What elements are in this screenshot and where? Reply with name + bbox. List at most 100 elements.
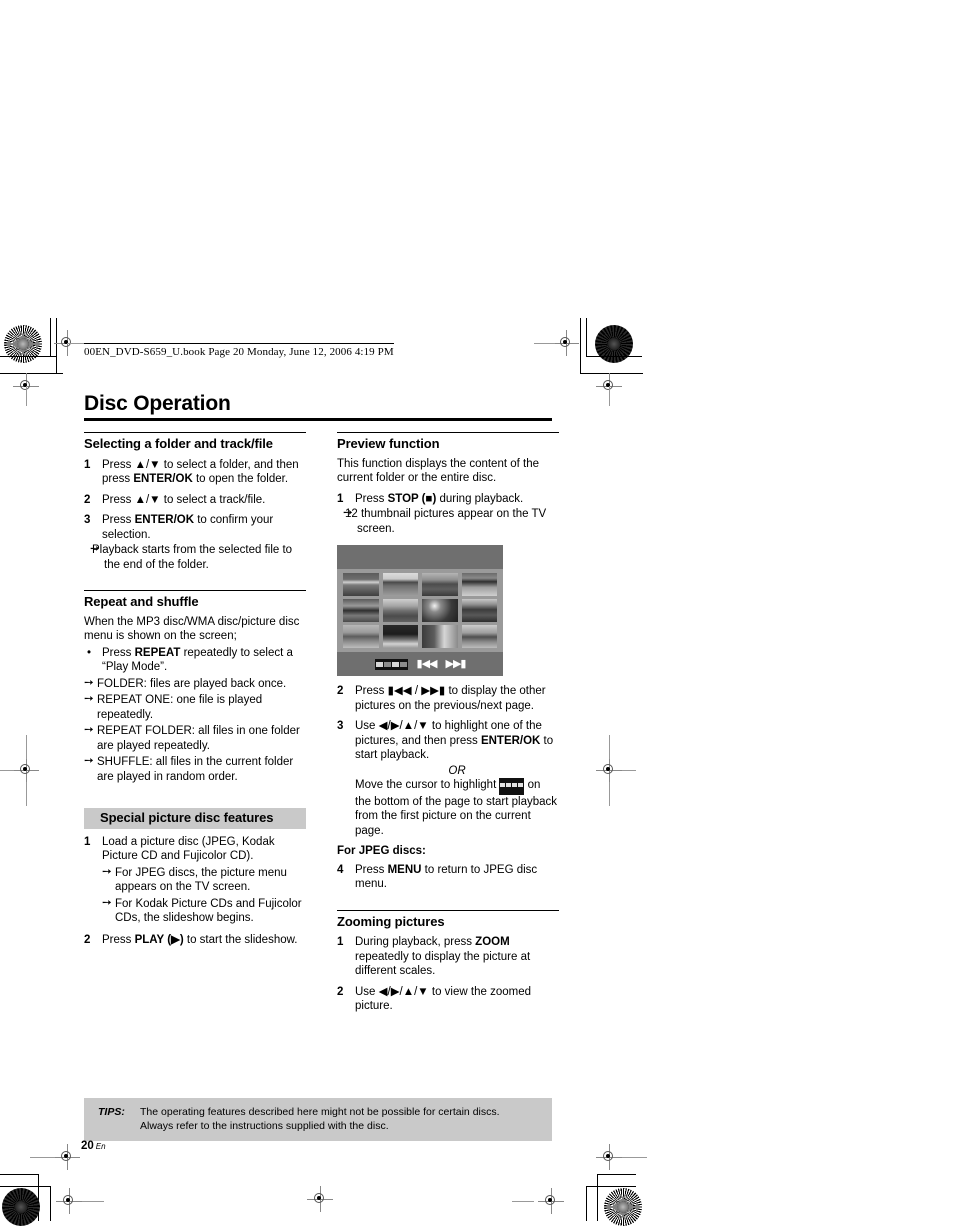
registration-target	[596, 1144, 622, 1170]
section-heading-repeat-shuffle: Repeat and shuffle	[84, 590, 306, 610]
crop-line	[50, 1186, 51, 1221]
thumbnail-image[interactable]	[422, 573, 458, 596]
result-note-text: For JPEG discs, the picture menu appears…	[115, 866, 287, 894]
registration-guide-line	[30, 1157, 55, 1158]
registration-target	[54, 1144, 80, 1170]
list-item: 2 Press ▲/▼ to select a track/file.	[84, 493, 306, 508]
tips-label: TIPS:	[98, 1106, 125, 1118]
thumbnail-image[interactable]	[382, 599, 418, 622]
registration-guide-line	[608, 386, 610, 406]
or-instruction: Move the cursor to highlight on the bott…	[355, 778, 559, 838]
list-item: 1 Press ▲/▼ to select a folder, and then…	[84, 458, 306, 487]
registration-guide-line	[25, 735, 27, 759]
or-label: OR	[448, 764, 466, 777]
step-number: 1	[84, 458, 91, 471]
registration-guide-line	[608, 735, 610, 759]
thumbnail-image[interactable]	[343, 599, 379, 622]
section-heading-special-picture-disc: Special picture disc features	[84, 808, 306, 829]
result-note-text: For Kodak Picture CDs and Fujicolor CDs,…	[115, 897, 302, 925]
registration-guide-line	[82, 1201, 104, 1202]
preview-function-intro: This function displays the content of th…	[337, 457, 540, 485]
thumbnail-image[interactable]	[382, 573, 418, 596]
step-text: During playback, press ZOOM repeatedly t…	[355, 936, 531, 977]
result-note-text: FOLDER: files are played back once.	[97, 677, 287, 690]
crop-line	[598, 1174, 636, 1175]
registration-target	[553, 330, 579, 356]
step-text: Press MENU to return to JPEG disc menu.	[355, 863, 538, 891]
list-item: 1 Load a picture disc (JPEG, Kodak Pictu…	[84, 835, 306, 926]
result-note-text: SHUFFLE: all files in the current folder…	[97, 756, 294, 783]
thumbnail-image[interactable]	[422, 599, 458, 622]
step-number: 2	[84, 933, 91, 946]
step-number: 1	[84, 835, 91, 848]
thumbnail-image[interactable]	[382, 625, 418, 648]
list-item: 3 Use ◀/▶/▲/▼ to highlight one of the pi…	[337, 719, 559, 838]
crop-line	[586, 318, 587, 356]
tips-line-2: Always refer to the instructions supplie…	[140, 1120, 389, 1132]
list-item: • Press REPEAT repeatedly to select a “P…	[84, 646, 306, 675]
result-note: ➙ Playback starts from the selected file…	[90, 543, 293, 571]
registration-guide-line	[534, 343, 555, 344]
step-text: Press ▲/▼ to select a track/file.	[102, 493, 266, 506]
halftone-circle-bottom-left	[2, 1188, 40, 1226]
step-number: 1	[337, 492, 344, 505]
section-heading-zooming-pictures: Zooming pictures	[337, 909, 559, 930]
result-note: ➙ REPEAT ONE: one file is played repeate…	[84, 693, 306, 722]
next-page-button[interactable]: ▶▶▮	[446, 658, 467, 670]
step-text: Use ◀/▶/▲/▼ to highlight one of the pict…	[355, 720, 554, 761]
thumbnail-image[interactable]	[343, 625, 379, 648]
result-note-text: REPEAT ONE: one file is played repeatedl…	[97, 694, 263, 721]
tv-preview-screenshot: ▮◀◀ ▶▶▮	[337, 545, 503, 676]
crop-line	[586, 1186, 636, 1187]
crop-line	[0, 1174, 38, 1175]
tv-preview-bottom-bar: ▮◀◀ ▶▶▮	[337, 652, 503, 676]
page-folio: 20 En	[81, 1140, 106, 1152]
arrow-icon: ➙	[84, 724, 94, 736]
step-number: 3	[84, 514, 91, 526]
thumbnail-image[interactable]	[422, 625, 458, 648]
previous-page-button[interactable]: ▮◀◀	[417, 658, 438, 670]
registration-target	[13, 757, 39, 783]
step-number: 3	[337, 720, 344, 732]
registration-guide-line	[512, 1201, 534, 1202]
list-item: 1 During playback, press ZOOM repeatedly…	[337, 935, 559, 979]
registration-guide-line	[608, 782, 610, 806]
crop-line	[586, 1186, 587, 1221]
bullet-icon: •	[87, 646, 92, 659]
thumbnail-image[interactable]	[461, 625, 497, 648]
list-item: 1 Press STOP (■) during playback. ➙ 12 t…	[337, 492, 559, 537]
tips-line-1: The operating features described here mi…	[140, 1106, 500, 1118]
arrow-icon: ➙	[84, 755, 94, 767]
tips-box: TIPS: The operating features described h…	[84, 1098, 552, 1141]
or-instruction-before: Move the cursor to highlight	[355, 779, 500, 791]
thumbnail-image[interactable]	[461, 599, 497, 622]
halftone-circle-bottom-right	[604, 1188, 642, 1226]
jpeg-discs-label: For JPEG discs:	[337, 845, 426, 857]
result-note: ➙ REPEAT FOLDER: all files in one folder…	[84, 724, 306, 753]
language-code: En	[95, 1142, 106, 1151]
registration-target	[56, 1188, 82, 1214]
list-item: 2 Press ▮◀◀ / ▶▶▮ to display the other p…	[337, 684, 559, 713]
registration-target	[538, 1188, 564, 1214]
arrow-icon: ➙	[102, 896, 112, 909]
crop-line	[597, 1174, 598, 1221]
result-note: ➙ SHUFFLE: all files in the current fold…	[84, 755, 306, 784]
halftone-circle-top-right	[595, 325, 633, 363]
result-note: ➙ For JPEG discs, the picture menu appea…	[102, 866, 306, 895]
crop-line	[586, 356, 642, 357]
registration-guide-line	[25, 386, 27, 406]
thumbnail-image[interactable]	[343, 573, 379, 596]
halftone-circle-top-left	[4, 325, 42, 363]
result-note-text: REPEAT FOLDER: all files in one folder a…	[97, 725, 300, 752]
result-note: ➙ For Kodak Picture CDs and Fujicolor CD…	[102, 897, 306, 926]
list-item: 4 Press MENU to return to JPEG disc menu…	[337, 863, 559, 892]
step-text: Press ENTER/OK to confirm your selection…	[102, 514, 274, 541]
list-item: 3 Press ENTER/OK to confirm your selecti…	[84, 513, 306, 572]
page-title: Disc Operation	[84, 392, 231, 415]
thumbnail-image[interactable]	[461, 573, 497, 596]
filmstrip-icon[interactable]	[374, 658, 408, 670]
crop-line	[0, 1186, 50, 1187]
tv-preview-top-bar	[337, 545, 503, 569]
step-text: Press ▮◀◀ / ▶▶▮ to display the other pic…	[355, 685, 546, 712]
crop-line	[0, 356, 56, 357]
